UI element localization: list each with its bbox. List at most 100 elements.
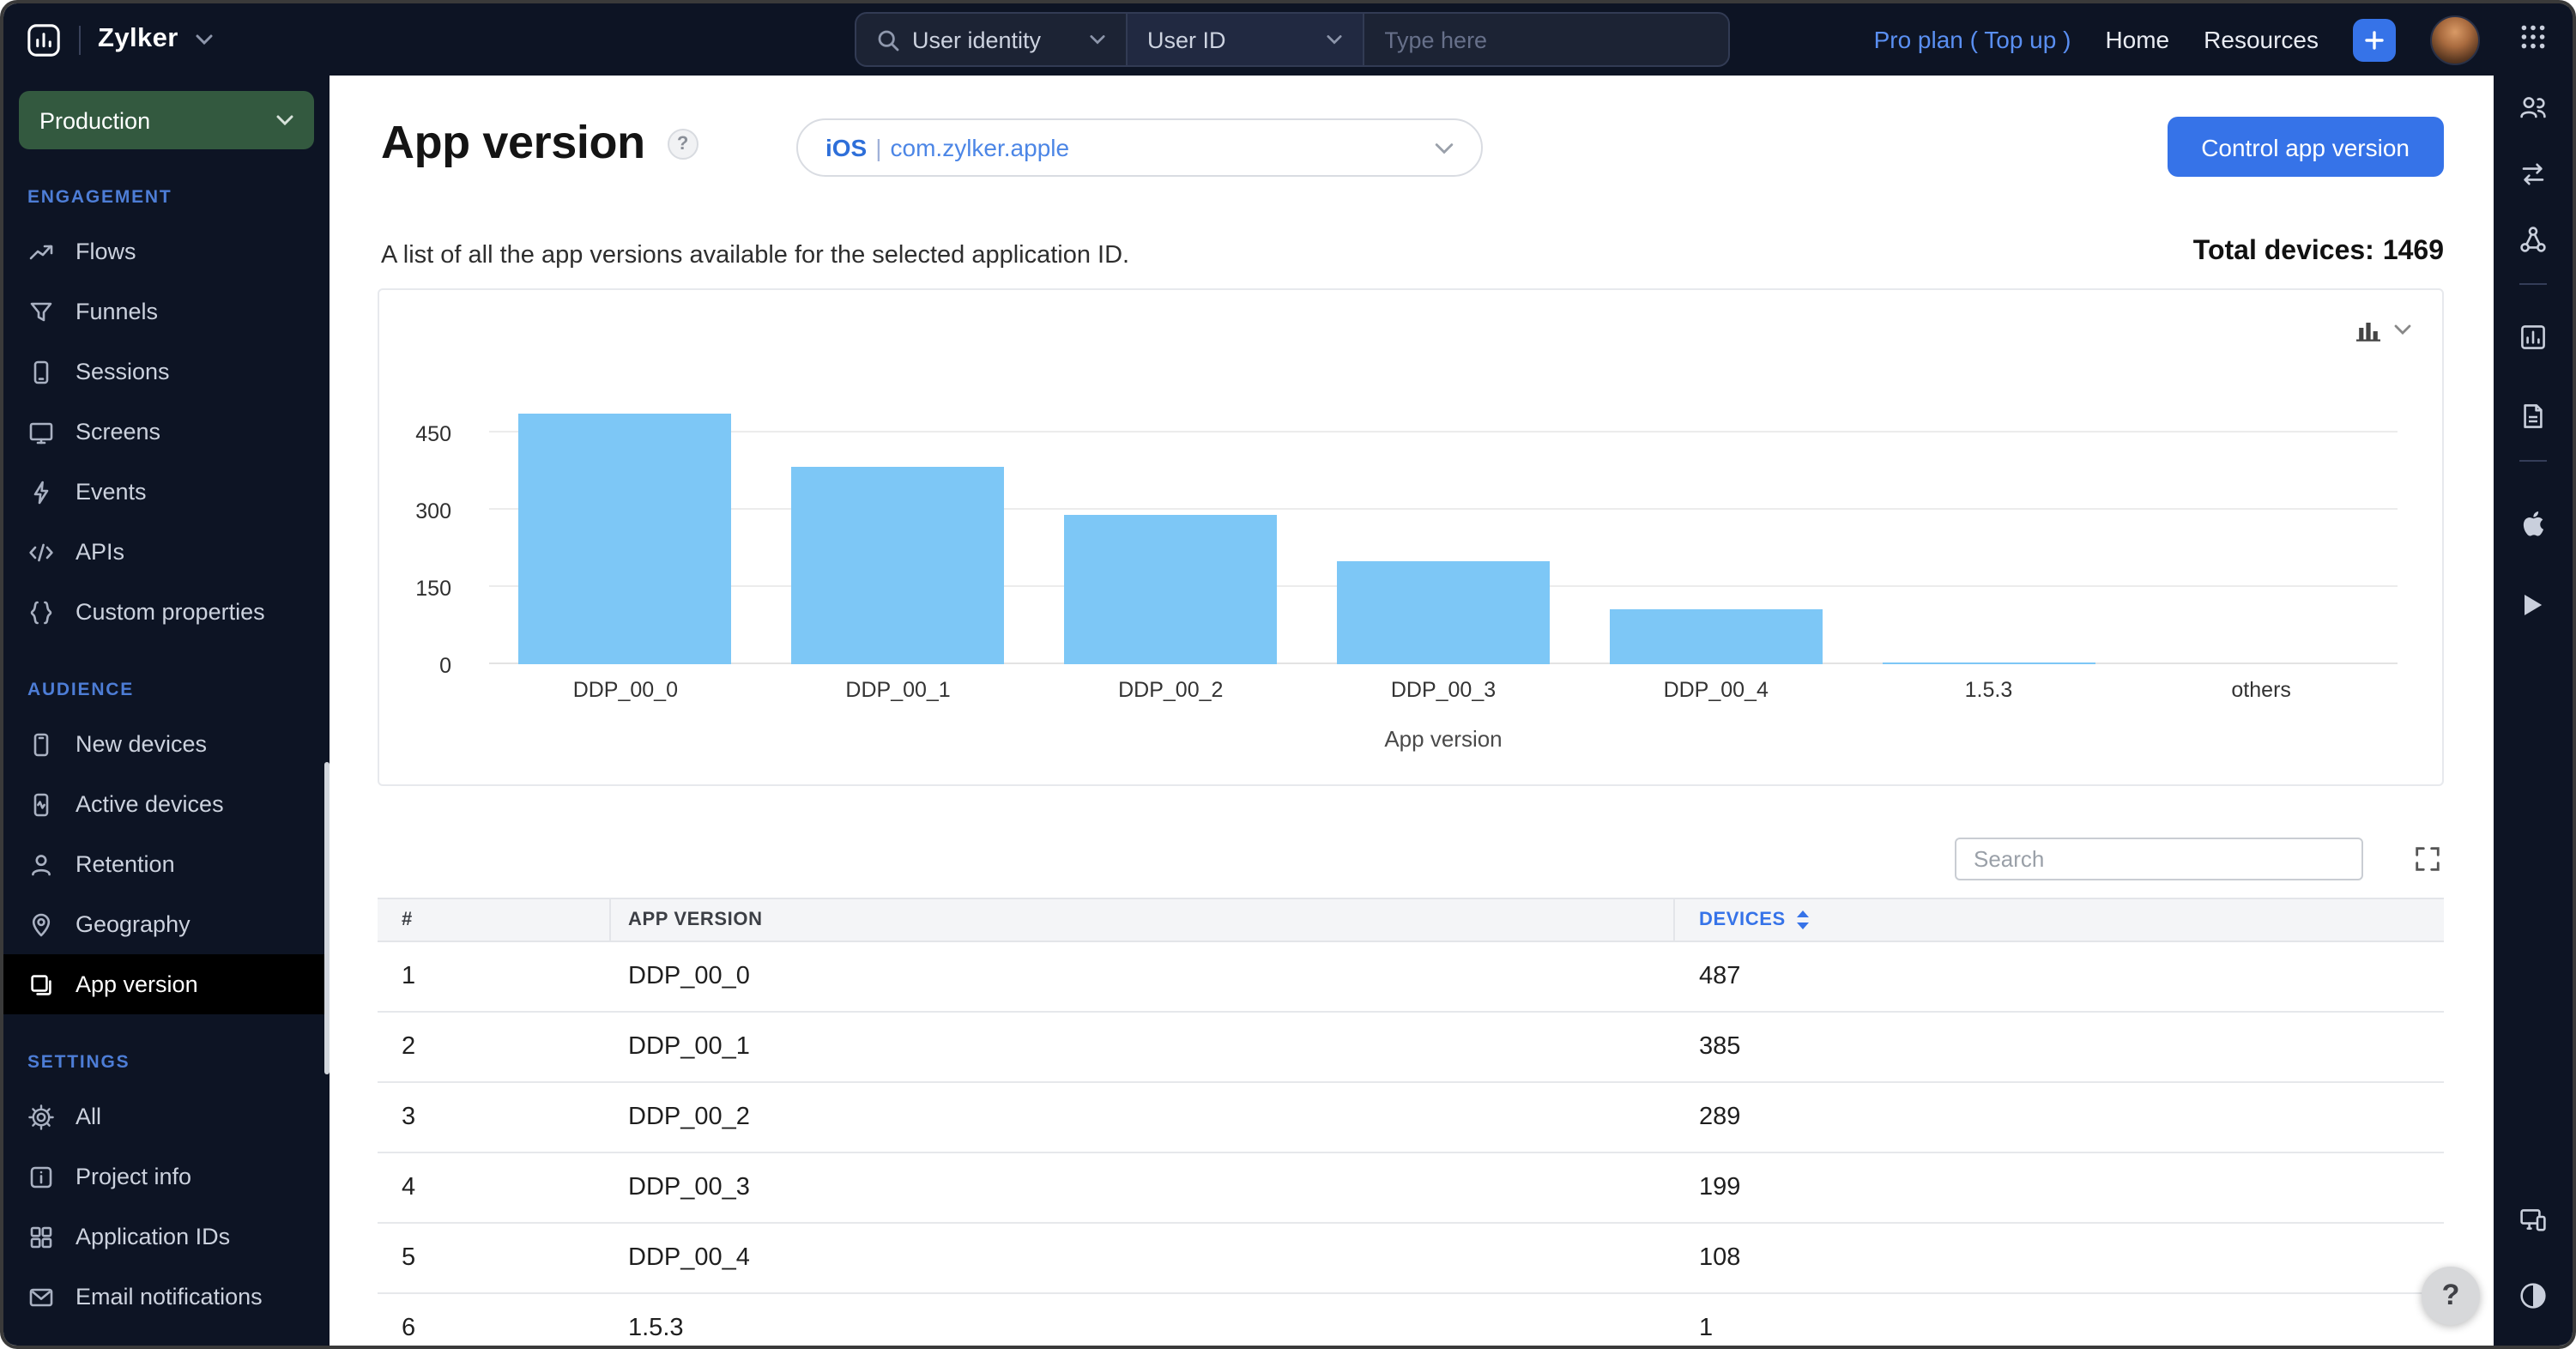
topup-label[interactable]: ( Top up ) (1970, 26, 2071, 53)
table-row[interactable]: 6 1.5.3 1 (378, 1294, 2444, 1346)
page-title: App version (381, 117, 645, 168)
brand-divider (79, 25, 81, 54)
sidebar-item-events[interactable]: Events (3, 462, 330, 522)
bar-DDP_00_2[interactable] (1064, 515, 1278, 664)
search-scope-dropdown[interactable]: User identity (856, 14, 1127, 65)
sidebar-item-retention[interactable]: Retention (3, 834, 330, 894)
apps-grid-icon[interactable] (2519, 22, 2548, 51)
sidebar-item-label: All (76, 1104, 102, 1129)
contacts-icon[interactable] (2519, 93, 2548, 122)
sidebar-scrollbar[interactable] (324, 762, 330, 1074)
bar-DDP_00_3[interactable] (1337, 561, 1550, 664)
table-row[interactable]: 2 DDP_00_1 385 (378, 1013, 2444, 1083)
sidebar-item-label: Project info (76, 1164, 192, 1189)
section-engagement: ENGAGEMENT (27, 187, 172, 208)
add-button[interactable] (2353, 18, 2396, 61)
sidebar-item-label: Retention (76, 851, 175, 877)
brand-area[interactable]: Zylker (3, 21, 213, 57)
chart-xlabels: DDP_00_0 DDP_00_1 DDP_00_2 DDP_00_3 DDP_00_4… (489, 678, 2398, 702)
x-tick-label: 1.5.3 (1964, 678, 2013, 702)
cell-app-version: DDP_00_0 (628, 963, 750, 990)
apple-icon[interactable] (2518, 508, 2549, 539)
app-logo-icon (27, 23, 60, 56)
document-icon[interactable] (2519, 402, 2548, 431)
home-link[interactable]: Home (2105, 26, 2169, 53)
user-avatar[interactable] (2430, 15, 2480, 64)
bar-DDP_00_0[interactable] (518, 413, 732, 664)
google-play-icon[interactable] (2519, 590, 2547, 620)
grid-icon (30, 1225, 52, 1248)
chart-card: 0 150 300 450 DDP_00_0 DDP_00_1 DDP_00_2 DDP_0… (378, 288, 2444, 786)
bar-DDP_00_1[interactable] (791, 466, 1005, 664)
sidebar-item-custom-properties[interactable]: Custom properties (3, 582, 330, 642)
application-id-selector[interactable]: iOS | com.zylker.apple (796, 118, 1483, 177)
right-rail (2494, 3, 2573, 1346)
help-fab-button[interactable]: ? (2422, 1267, 2480, 1325)
new-device-icon (33, 732, 49, 756)
cell-devices: 385 (1699, 1033, 1741, 1061)
app-id-label: com.zylker.apple (890, 134, 1070, 161)
header-devices-sortable[interactable]: DEVICES (1675, 899, 2444, 941)
sidebar-item-label: Email notifications (76, 1284, 263, 1310)
environment-label: Production (39, 107, 151, 133)
sidebar-item-label: APIs (76, 539, 125, 565)
table-row[interactable]: 4 DDP_00_3 199 (378, 1153, 2444, 1224)
app-window: Zylker User identity User ID Type here P… (0, 0, 2576, 1349)
bar-DDP_00_4[interactable] (1609, 608, 1823, 664)
sidebar-item-sessions[interactable]: Sessions (3, 342, 330, 402)
chart-plot (489, 407, 2398, 664)
resources-link[interactable]: Resources (2204, 26, 2319, 53)
expand-table-icon[interactable] (2410, 841, 2444, 875)
chart-bars (489, 407, 2398, 664)
theme-toggle-icon[interactable] (2518, 1280, 2549, 1311)
table-row[interactable]: 3 DDP_00_2 289 (378, 1083, 2444, 1153)
environment-selector[interactable]: Production (19, 91, 314, 149)
sidebar-item-all-settings[interactable]: All (3, 1086, 330, 1146)
sidebar-item-flows[interactable]: Flows (3, 221, 330, 281)
retention-icon (32, 854, 51, 875)
table-row[interactable]: 1 DDP_00_0 487 (378, 942, 2444, 1013)
sidebar-item-project-info[interactable]: Project info (3, 1146, 330, 1207)
cell-app-version: 1.5.3 (628, 1315, 684, 1342)
bar-group (1853, 407, 2126, 664)
search-input[interactable] (1364, 14, 1727, 65)
cell-devices: 199 (1699, 1174, 1741, 1201)
sidebar-item-app-version[interactable]: App version (3, 954, 330, 1014)
page-description: A list of all the app versions available… (381, 242, 1130, 269)
control-app-version-button[interactable]: Control app version (2167, 117, 2444, 177)
section-settings: SETTINGS (27, 1052, 130, 1073)
table-row[interactable]: 5 DDP_00_4 108 (378, 1224, 2444, 1294)
y-tick-label: 0 (439, 654, 451, 678)
bar-group (762, 407, 1035, 664)
cell-index: 6 (402, 1315, 416, 1342)
header-index: # (378, 899, 611, 941)
sidebar-item-active-devices[interactable]: Active devices (3, 774, 330, 834)
cell-app-version: DDP_00_3 (628, 1174, 750, 1201)
header-app-version: APP VERSION (611, 899, 1675, 941)
sidebar-item-label: Active devices (76, 791, 224, 817)
search-field-dropdown[interactable]: User ID (1127, 14, 1364, 65)
x-tick-label: DDP_00_1 (845, 678, 951, 702)
sidebar-item-new-devices[interactable]: New devices (3, 714, 330, 774)
sidebar-item-screens[interactable]: Screens (3, 402, 330, 462)
sidebar-item-geography[interactable]: Geography (3, 894, 330, 954)
plan-link[interactable]: Pro plan ( Top up ) (1874, 26, 2071, 53)
integrations-icon[interactable] (2519, 225, 2548, 254)
chart-type-selector[interactable] (2355, 318, 2411, 342)
sidebar-item-apis[interactable]: APIs (3, 522, 330, 582)
table-search-input[interactable] (1955, 838, 2363, 880)
bar-1.5.3[interactable] (1882, 662, 2095, 664)
reports-chart-icon[interactable] (2519, 323, 2548, 352)
total-devices-label: Total devices: (2192, 237, 2374, 266)
screens-icon (29, 421, 53, 444)
sidebar-item-label: App version (76, 971, 198, 997)
sidebar-item-label: Geography (76, 911, 190, 937)
help-icon[interactable]: ? (667, 128, 698, 159)
envelope-icon (29, 1287, 53, 1306)
sidebar-item-email-notifications[interactable]: Email notifications (3, 1267, 330, 1327)
data-transfer-icon[interactable] (2519, 160, 2548, 189)
sidebar-item-application-ids[interactable]: Application IDs (3, 1207, 330, 1267)
chart-xaxis-title: App version (1384, 726, 1503, 752)
sidebar-item-funnels[interactable]: Funnels (3, 281, 330, 342)
devices-icon[interactable] (2519, 1205, 2548, 1234)
